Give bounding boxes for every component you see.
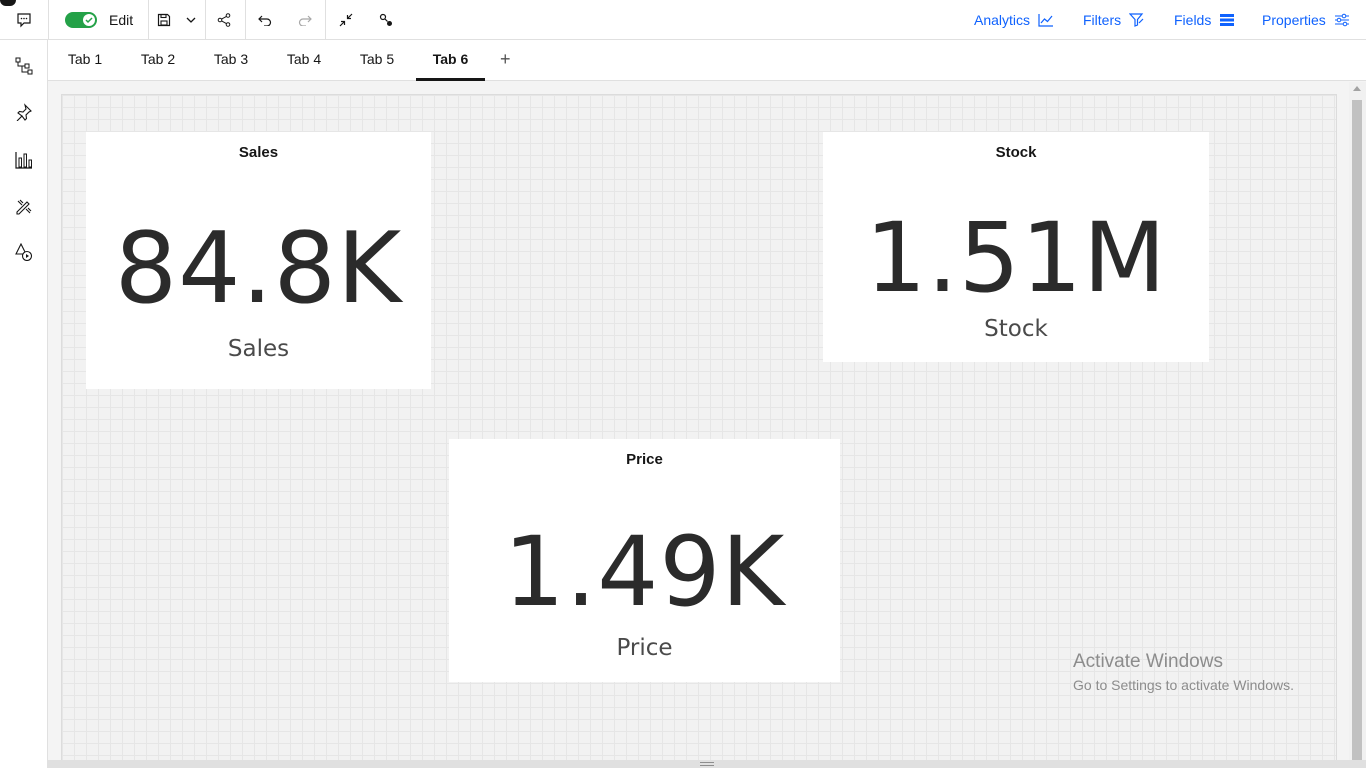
bottom-resize-bar[interactable] [48,760,1366,768]
properties-label: Properties [1262,12,1326,28]
tab-3[interactable]: Tab 3 [202,40,260,78]
analytics-icon [1038,14,1054,27]
tab-bar: Tab 1 Tab 2 Tab 3 Tab 4 Tab 5 Tab 6 + [48,40,1366,81]
undo-icon[interactable] [254,0,276,40]
activate-windows-title: Activate Windows [1073,651,1223,672]
grip-icon[interactable] [700,762,714,766]
tab-2[interactable]: Tab 2 [129,40,187,78]
stock-title: Stock [995,144,1037,161]
fields-button[interactable]: Fields [1174,0,1235,40]
share-icon[interactable] [213,0,235,40]
stock-card[interactable]: Stock 1.51M Stock [823,132,1209,362]
price-label: Price [616,635,673,661]
tree-icon[interactable] [12,54,36,78]
edit-tools-icon[interactable] [12,195,36,219]
filters-button[interactable]: Filters [1083,0,1145,40]
left-rail [0,40,48,768]
edit-label: Edit [109,12,134,28]
shapes-play-icon[interactable] [12,240,36,264]
sales-label: Sales [227,336,290,362]
price-title: Price [626,451,663,468]
stock-label: Stock [984,316,1048,342]
tab-1[interactable]: Tab 1 [56,40,114,78]
analytics-button[interactable]: Analytics [974,0,1054,40]
price-value: 1.49K [503,516,786,628]
collapse-icon[interactable] [335,0,357,40]
bar-chart-icon[interactable] [12,148,36,172]
redo-icon[interactable] [294,0,316,40]
filter-icon [1129,13,1144,27]
fields-icon [1220,14,1235,26]
activate-windows-subtitle: Go to Settings to activate Windows. [1073,677,1294,693]
price-card[interactable]: Price 1.49K Price [449,439,840,682]
tab-6[interactable]: Tab 6 [416,40,485,81]
connect-icon[interactable] [375,0,397,40]
sales-value: 84.8K [114,212,403,326]
edit-toggle[interactable] [65,12,97,28]
vertical-scrollbar[interactable] [1349,82,1366,768]
check-icon [83,14,95,26]
save-icon[interactable] [154,0,174,40]
sliders-icon [1334,13,1349,27]
chevron-down-icon[interactable] [181,0,201,40]
properties-button[interactable]: Properties [1262,0,1350,40]
pin-icon[interactable] [12,100,36,124]
fields-label: Fields [1174,12,1212,28]
sales-card[interactable]: Sales 84.8K Sales [86,132,431,389]
comment-icon[interactable] [12,0,36,40]
add-tab-button[interactable]: + [500,49,511,70]
stock-value: 1.51M [865,202,1167,314]
tab-4[interactable]: Tab 4 [275,40,333,78]
filters-label: Filters [1083,12,1122,28]
scrollbar-thumb[interactable] [1352,100,1362,768]
tab-5[interactable]: Tab 5 [348,40,406,78]
sales-title: Sales [238,144,279,161]
analytics-label: Analytics [974,12,1031,28]
top-toolbar: Edit Analytics Filters Fields Properties [0,0,1366,40]
scroll-up-icon[interactable] [1353,86,1361,91]
